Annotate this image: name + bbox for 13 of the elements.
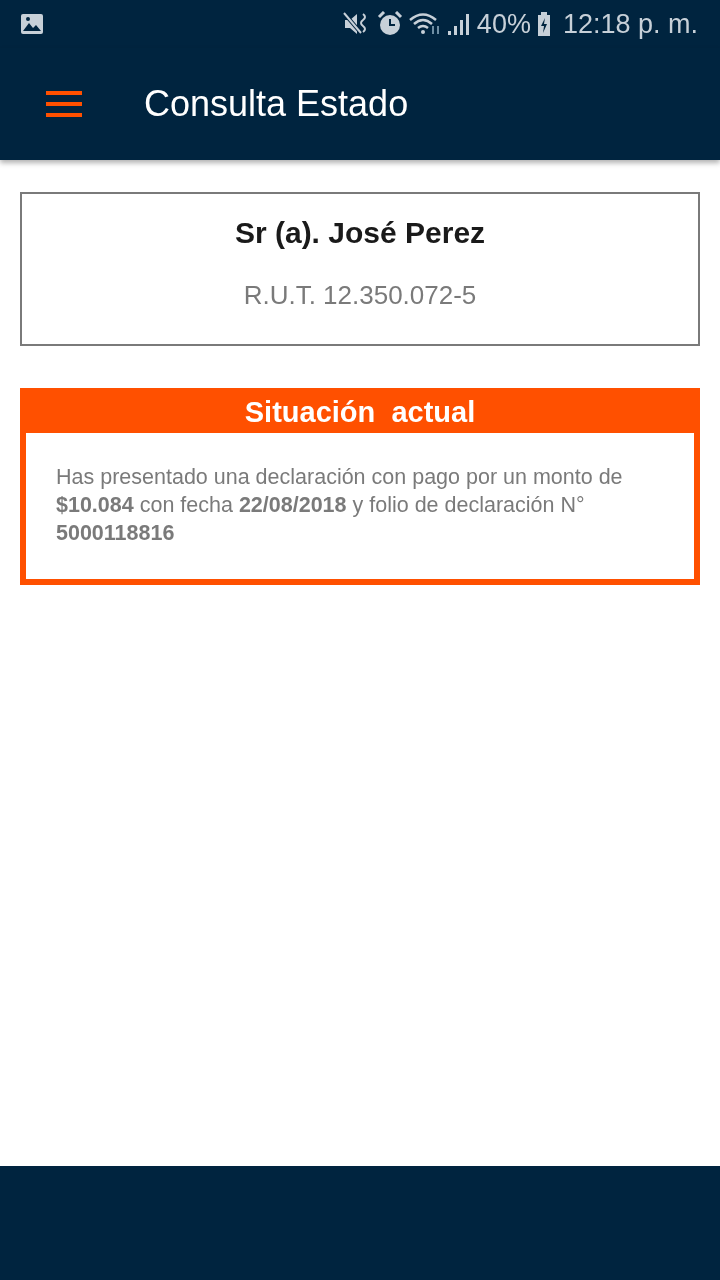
battery-percentage: 40% [476, 8, 531, 40]
screen-title: Consulta Estado [144, 83, 409, 125]
situation-title: Situación actual [243, 395, 477, 430]
clock: 12:18 p. m. [562, 8, 698, 40]
image-icon [20, 13, 44, 35]
situation-message: Has presentado una declaración con pago por un monto de $10.084 con fecha 22/08/2018 y folio de declaración N° 5000118816 [56, 464, 624, 547]
wifi-icon [408, 12, 441, 36]
battery-icon [536, 12, 551, 36]
person-name: Sr (a). José Perez [234, 216, 486, 250]
rut-number: R.U.T. 12.350.072-5 [243, 280, 477, 311]
alarm-icon [376, 11, 403, 37]
signal-icon [446, 12, 471, 36]
menu-icon [46, 91, 82, 117]
